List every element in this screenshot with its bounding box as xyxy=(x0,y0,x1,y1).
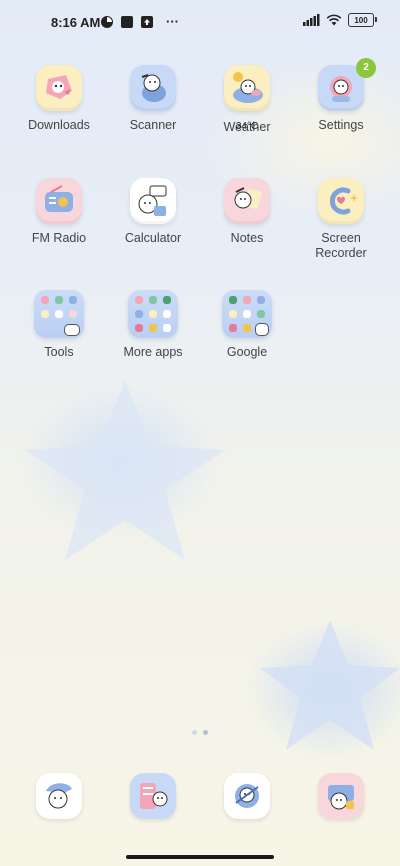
scanner-label: Scanner xyxy=(129,118,177,132)
app-calculator[interactable]: Calculator xyxy=(106,178,200,246)
app-weather[interactable]: 34°C Weather xyxy=(200,65,294,135)
weather-icon xyxy=(224,65,270,111)
settings-notification-badge: 2 xyxy=(356,58,376,78)
screen-recorder-label: Screen Recorder xyxy=(315,231,367,260)
square-notification-icon xyxy=(121,15,133,28)
google-folder-icon xyxy=(222,290,272,338)
folder-more-apps[interactable]: More apps xyxy=(106,290,200,360)
app-scanner[interactable]: Scanner xyxy=(106,65,200,133)
app-notes[interactable]: Notes xyxy=(200,178,294,246)
more-apps-folder-icon xyxy=(128,290,178,338)
tools-folder-icon xyxy=(34,290,84,338)
calculator-icon xyxy=(130,178,176,224)
page-indicator xyxy=(0,730,400,735)
weather-temperature: 34°C xyxy=(235,121,259,132)
tools-label: Tools xyxy=(44,345,74,359)
status-bar: 8:16 AM ··· 100 xyxy=(0,0,400,44)
settings-label: Settings xyxy=(318,118,364,132)
background-star-left xyxy=(25,380,225,560)
page-dot-1[interactable] xyxy=(192,730,197,735)
screen-recorder-icon xyxy=(318,178,364,224)
downloads-label: Downloads xyxy=(28,118,90,132)
notes-icon xyxy=(224,178,270,224)
downloads-icon xyxy=(36,65,82,111)
fm-radio-icon xyxy=(36,178,82,224)
wifi-icon xyxy=(326,14,342,26)
page-dot-2[interactable] xyxy=(203,730,208,735)
battery-icon: 100 xyxy=(348,13,377,27)
app-fm-radio[interactable]: FM Radio xyxy=(12,178,106,246)
fm-radio-label: FM Radio xyxy=(31,231,87,245)
dock-app-4[interactable] xyxy=(318,773,364,819)
battery-level: 100 xyxy=(354,15,368,25)
dock-app-2[interactable] xyxy=(130,773,176,819)
scanner-icon xyxy=(130,65,176,111)
app-downloads[interactable]: Downloads xyxy=(12,65,106,133)
dock-app-3[interactable] xyxy=(224,773,270,819)
background-star-right xyxy=(260,620,400,750)
folder-google[interactable]: Google xyxy=(200,290,294,360)
app-screen-recorder[interactable]: Screen Recorder xyxy=(294,178,388,261)
pie-notification-icon xyxy=(101,15,113,28)
folder-tools[interactable]: Tools xyxy=(12,290,106,360)
google-label: Google xyxy=(226,345,268,359)
signal-icon xyxy=(303,14,320,26)
notes-label: Notes xyxy=(230,231,264,245)
more-apps-label: More apps xyxy=(123,345,183,359)
app-settings[interactable]: 2 Settings xyxy=(294,58,388,133)
status-time: 8:16 AM xyxy=(51,15,101,30)
gesture-navigation-handle[interactable] xyxy=(126,855,274,859)
upload-notification-icon xyxy=(141,15,153,28)
dock-app-1[interactable] xyxy=(36,773,82,819)
more-notifications-icon: ··· xyxy=(166,14,179,29)
calculator-label: Calculator xyxy=(124,231,182,245)
